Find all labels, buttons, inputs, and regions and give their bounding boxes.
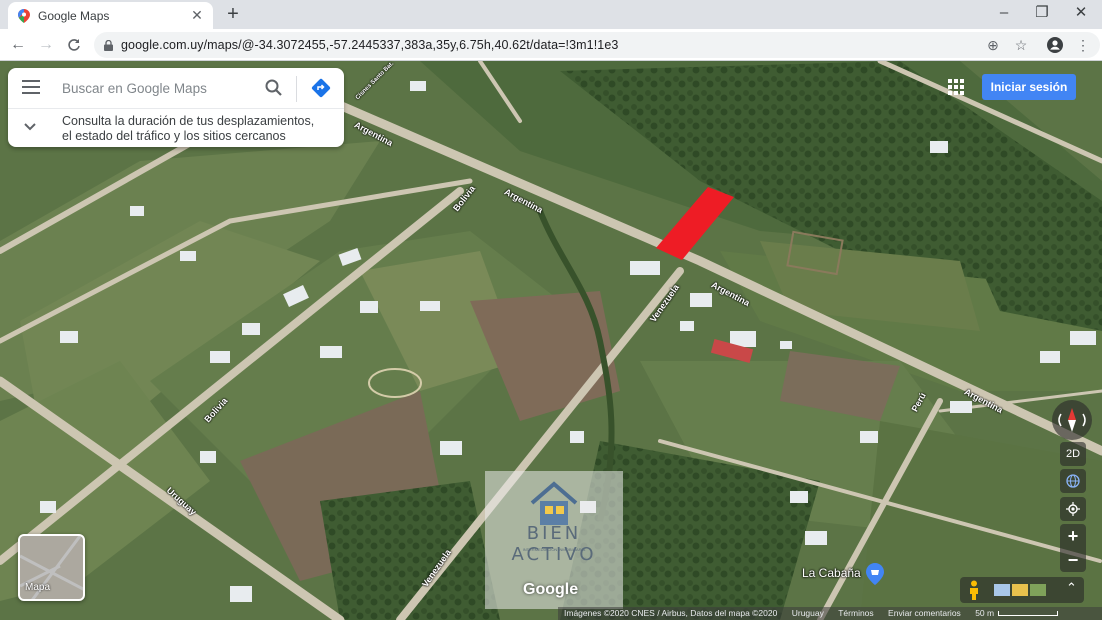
signin-button[interactable]: Iniciar sesión xyxy=(982,74,1076,100)
pegman-icon[interactable] xyxy=(967,580,981,600)
directions-icon[interactable] xyxy=(311,78,331,98)
shopping-pin-icon[interactable] xyxy=(866,563,884,585)
hamburger-menu-icon[interactable] xyxy=(22,80,40,96)
search-row: Buscar en Google Maps xyxy=(8,68,344,109)
zoom-in-button[interactable]: + xyxy=(1060,524,1086,548)
imagery-credit: Imágenes ©2020 CNES / Airbus, Datos del … xyxy=(564,608,778,618)
close-window-button[interactable]: ✕ xyxy=(1061,3,1101,25)
compass-control[interactable] xyxy=(1052,400,1092,440)
address-bar[interactable]: google.com.uy/maps/@-34.3072455,-57.2445… xyxy=(94,32,1100,58)
imagery-thumbnails-icon[interactable] xyxy=(994,583,1048,597)
apps-grid-icon[interactable] xyxy=(948,79,964,95)
reload-icon xyxy=(68,39,80,51)
watermark-tagline: INTERMEDIACIÓN INMOBILIARIA xyxy=(522,547,586,552)
map-footer: Imágenes ©2020 CNES / Airbus, Datos del … xyxy=(558,607,1102,620)
browser-toolbar: ← → google.com.uy/maps/@-34.3072455,-57.… xyxy=(0,29,1102,61)
tab-close-icon[interactable]: ✕ xyxy=(189,7,205,24)
commute-info-line2: el estado del tráfico y los sitios cerca… xyxy=(62,129,286,143)
back-button[interactable]: ← xyxy=(6,33,30,57)
tab-title: Google Maps xyxy=(38,8,110,23)
commute-info[interactable]: Consulta la duración de tus desplazamien… xyxy=(62,114,314,144)
zoom-out-button[interactable]: − xyxy=(1060,548,1086,572)
view-2d-button[interactable]: 2D xyxy=(1060,442,1086,466)
new-tab-button[interactable]: + xyxy=(222,3,244,25)
house-logo-icon xyxy=(530,481,578,525)
url-text: google.com.uy/maps/@-34.3072455,-57.2445… xyxy=(121,38,619,52)
search-input[interactable]: Buscar en Google Maps xyxy=(62,81,207,96)
my-location-button[interactable] xyxy=(1060,497,1086,521)
my-location-icon xyxy=(1066,502,1080,516)
zoom-page-icon[interactable]: ⊕ xyxy=(982,35,1004,55)
browser-menu-icon[interactable]: ⋮ xyxy=(1072,35,1094,55)
map-type-toggle[interactable]: Mapa xyxy=(18,534,85,601)
imagery-strip[interactable]: ⌃ xyxy=(960,577,1084,603)
commute-info-line1: Consulta la duración de tus desplazamien… xyxy=(62,114,315,128)
lock-icon xyxy=(104,39,113,51)
reload-button[interactable] xyxy=(62,33,86,57)
browser-tab[interactable]: Google Maps ✕ xyxy=(8,2,213,29)
search-icon[interactable] xyxy=(264,78,284,98)
google-logo: Google xyxy=(523,581,579,598)
compass-icon xyxy=(1058,408,1086,432)
poi-label[interactable]: La Cabaña xyxy=(802,566,861,580)
feedback-link[interactable]: Enviar comentarios xyxy=(888,608,961,618)
minimap-label: Mapa xyxy=(25,582,51,593)
globe-button[interactable] xyxy=(1060,469,1086,493)
bookmark-star-icon[interactable]: ☆ xyxy=(1010,35,1032,55)
expand-icon[interactable]: ⌃ xyxy=(1066,580,1077,596)
maps-favicon-icon xyxy=(18,8,30,23)
terms-link[interactable]: Términos xyxy=(838,608,873,618)
scale-label[interactable]: 50 m xyxy=(975,608,994,618)
zoom-control: + − xyxy=(1060,524,1086,572)
forward-button[interactable]: → xyxy=(34,33,58,57)
country-link[interactable]: Uruguay xyxy=(792,608,824,618)
search-divider xyxy=(296,76,297,102)
globe-icon xyxy=(1066,474,1080,488)
search-panel: Buscar en Google Maps Consulta la duraci… xyxy=(8,68,344,147)
watermark-brand: BIEN ACTIVO xyxy=(511,523,597,565)
restore-button[interactable]: ❐ xyxy=(1022,3,1062,25)
minimize-button[interactable]: – xyxy=(984,3,1024,25)
tab-strip: Google Maps ✕ + – ❐ ✕ xyxy=(0,0,1102,29)
scale-bar xyxy=(998,611,1059,617)
profile-avatar-icon[interactable] xyxy=(1044,35,1066,55)
chevron-down-icon[interactable] xyxy=(22,118,38,134)
